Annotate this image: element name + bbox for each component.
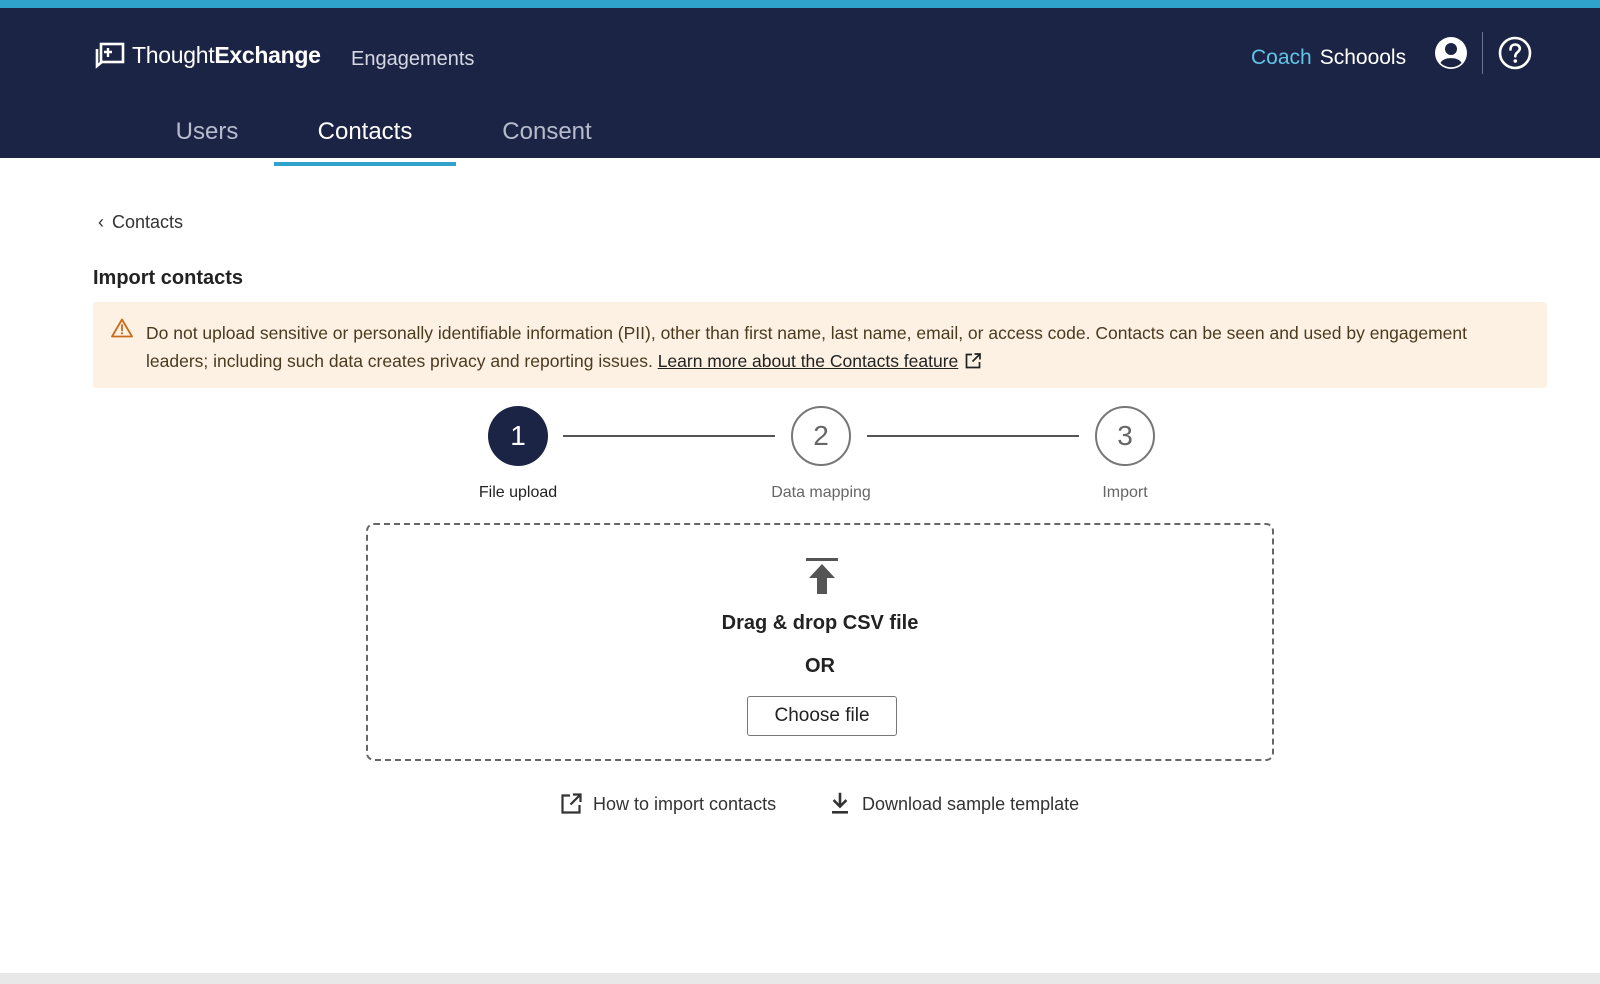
choose-file-button[interactable]: Choose file xyxy=(747,696,897,736)
help-question-icon[interactable] xyxy=(1498,36,1532,70)
tab-contacts[interactable]: Contacts xyxy=(274,104,456,166)
app-header: ThoughtExchange Engagements Coach Schoool… xyxy=(0,8,1600,166)
user-account-icon[interactable] xyxy=(1434,36,1468,70)
download-template-link[interactable]: Download sample template xyxy=(828,792,1079,816)
back-to-contacts-link[interactable]: ‹ Contacts xyxy=(98,212,183,233)
learn-more-contacts-link[interactable]: Learn more about the Contacts feature xyxy=(658,351,959,371)
accent-stripe xyxy=(0,0,1600,8)
step-1-label: File upload xyxy=(478,484,558,501)
app-logo[interactable]: ThoughtExchange xyxy=(94,37,321,73)
import-stepper: 1 2 3 File upload Data mapping Import xyxy=(0,404,1600,504)
csv-dropzone[interactable]: Drag & drop CSV file OR Choose file xyxy=(366,523,1274,761)
help-links: How to import contacts Download sample t… xyxy=(0,792,1600,822)
logo-wordmark: ThoughtExchange xyxy=(132,41,321,68)
how-to-import-label: How to import contacts xyxy=(593,793,777,814)
org-prefix: Coach xyxy=(1251,46,1312,69)
step-2-circle: 2 xyxy=(791,406,851,466)
upload-arrow-icon xyxy=(806,558,838,594)
step-1-circle: 1 xyxy=(488,406,548,466)
tab-consent[interactable]: Consent xyxy=(472,104,622,166)
tab-users[interactable]: Users xyxy=(132,104,282,166)
or-separator: OR xyxy=(805,655,835,677)
chevron-left-icon: ‹ xyxy=(98,212,104,232)
back-link-label: Contacts xyxy=(112,212,184,232)
step-connector-1 xyxy=(563,435,775,437)
pii-warning-banner: Do not upload sensitive or personally id… xyxy=(93,302,1547,388)
nav-engagements-link[interactable]: Engagements xyxy=(351,48,474,71)
how-to-import-link[interactable]: How to import contacts xyxy=(559,792,776,816)
external-link-icon xyxy=(561,793,582,814)
step-3-label: Import xyxy=(1102,484,1148,501)
thoughtexchange-logo-icon xyxy=(95,42,125,69)
drag-drop-label: Drag & drop CSV file xyxy=(721,612,919,634)
step-3-circle: 3 xyxy=(1095,406,1155,466)
warning-triangle-icon xyxy=(111,318,133,338)
warning-message: Do not upload sensitive or personally id… xyxy=(146,319,1526,375)
org-name: Schoools xyxy=(1319,46,1407,69)
header-divider xyxy=(1482,32,1483,74)
download-template-label: Download sample template xyxy=(862,793,1080,814)
org-switcher[interactable]: Coach Schoools xyxy=(1251,46,1406,70)
step-2-label: Data mapping xyxy=(771,484,871,501)
step-connector-2 xyxy=(867,435,1079,437)
tab-bar: Users Contacts Consent xyxy=(0,104,1600,166)
download-icon xyxy=(832,792,848,814)
external-link-icon[interactable] xyxy=(964,352,982,370)
bottom-edge xyxy=(0,973,1600,984)
page-title: Import contacts xyxy=(93,267,244,289)
